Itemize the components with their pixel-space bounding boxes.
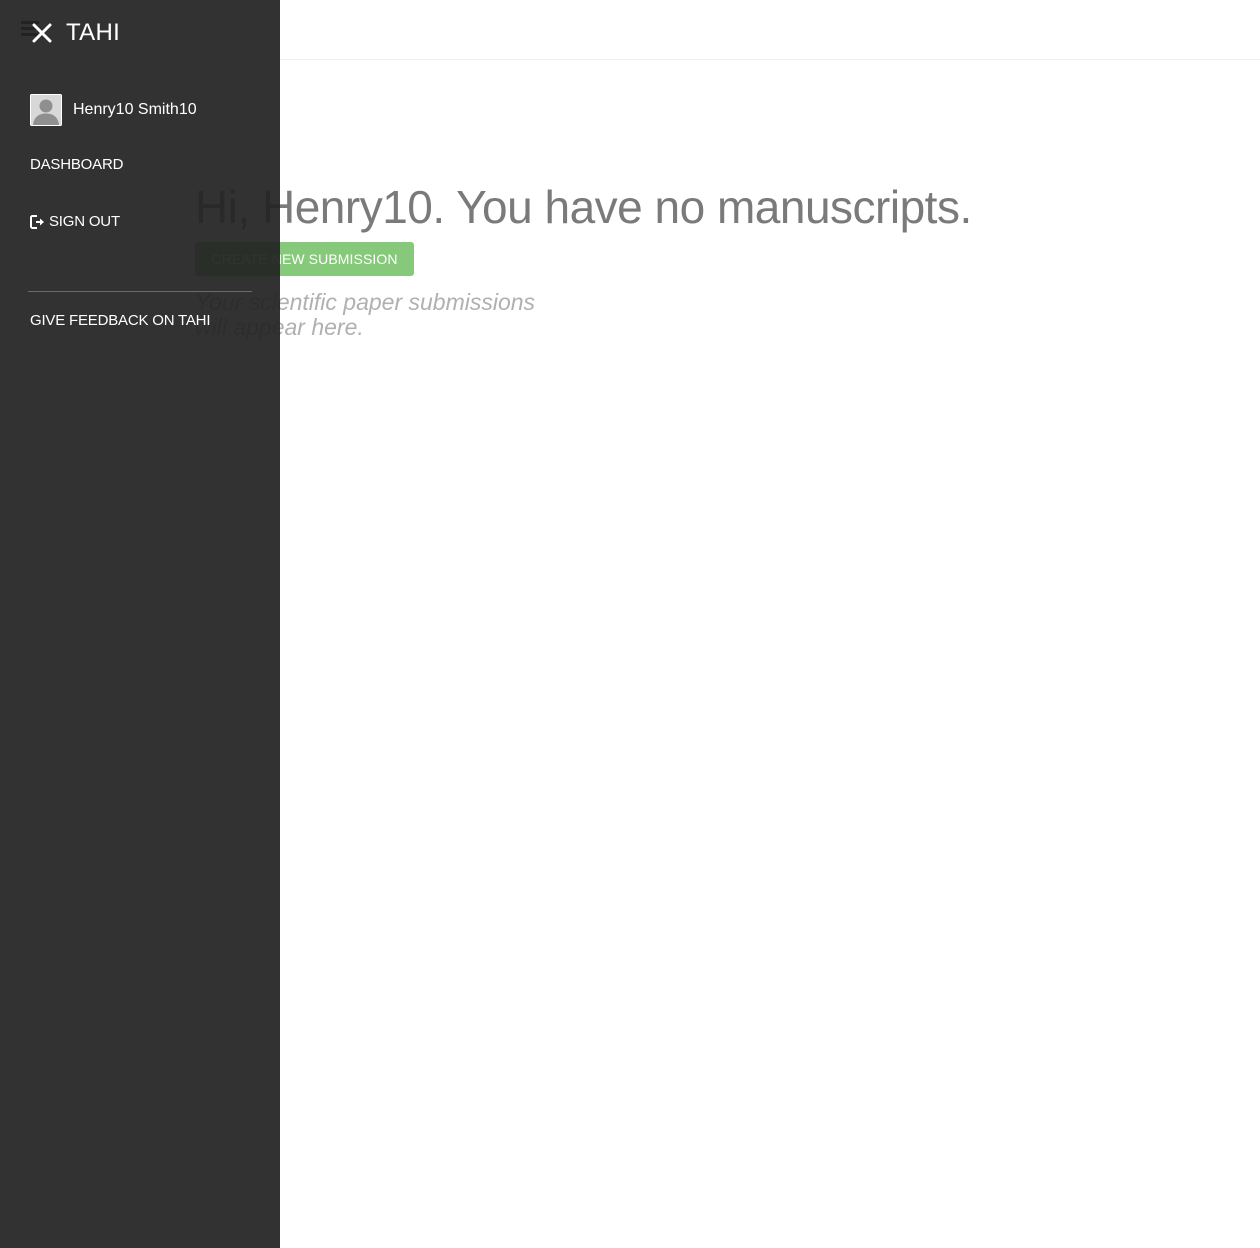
give-feedback-link[interactable]: GIVE FEEDBACK ON TAHI [30,312,210,329]
dashboard-greeting: Hi, Henry10. You have no manuscripts. [195,181,972,233]
avatar [30,94,62,126]
page: Hi, Henry10. You have no manuscripts. CR… [0,0,1260,1248]
sign-out-icon [30,214,44,229]
drawer-header: TAHI [30,18,120,48]
brand-logo-text: TAHI [66,19,121,46]
drawer-divider [28,291,252,292]
nav-sign-out-link[interactable]: SIGN OUT [30,213,120,230]
sign-out-label: SIGN OUT [49,213,120,230]
close-icon[interactable] [30,21,54,45]
navigation-drawer: TAHI Henry10 Smith10 DASHBOARD SIGN OUT [0,0,280,1248]
nav-dashboard-link[interactable]: DASHBOARD [30,156,123,173]
user-silhouette-icon [30,94,62,126]
user-profile-link[interactable]: Henry10 Smith10 [30,94,197,126]
dashboard-main: Hi, Henry10. You have no manuscripts. CR… [195,178,1095,340]
user-name: Henry10 Smith10 [73,101,197,118]
